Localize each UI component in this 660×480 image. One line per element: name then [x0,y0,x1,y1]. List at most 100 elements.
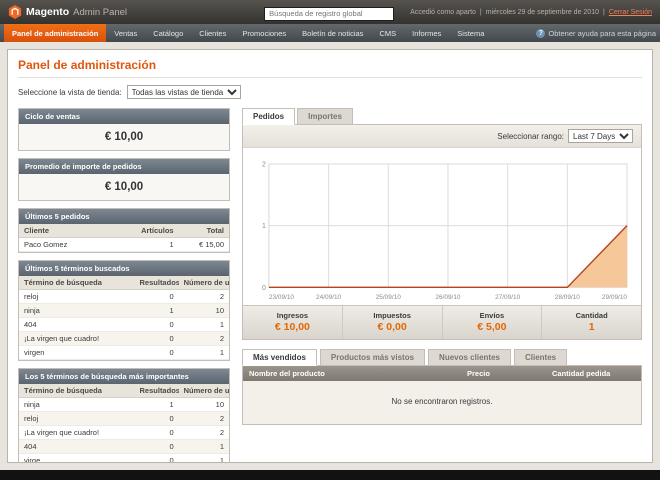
nav-item-sales[interactable]: Ventas [106,24,145,42]
table-row[interactable]: 404 0 1 [19,439,229,454]
stat-quantity: Cantidad 1 [541,306,641,340]
last-orders-panel: Últimos 5 pedidos Cliente Artículos Total P… [18,208,230,253]
store-view-select[interactable]: Todas las vistas de tienda [126,85,241,99]
tab-customers[interactable]: Clientes [513,349,568,367]
table-cell: € 15,00 [178,237,229,252]
col-product-name: Nombre del producto [249,369,325,379]
nav-item-dashboard[interactable]: Panel de administración [4,24,107,42]
column-header: Resultados [134,276,179,290]
stat-revenue-label: Ingresos [276,311,308,321]
x-axis-label: 23/09/10 [269,294,295,301]
chart-tabs: Pedidos Importes [242,108,642,125]
table-cell: 0 [134,289,179,304]
table-cell: 1 [134,303,179,318]
range-label: Seleccionar rango: [497,131,564,141]
main-nav: Panel de administración Ventas Catálogo … [0,24,660,42]
table-cell: ninja [19,397,135,412]
nav-item-promotions[interactable]: Promociones [234,24,294,42]
y-axis-label: 1 [262,223,266,230]
x-axis-label: 28/09/10 [555,294,581,301]
nav-item-system[interactable]: Sistema [449,24,492,42]
range-selector-row: Seleccionar rango: Last 7 Days [243,125,641,148]
range-select[interactable]: Last 7 Days [568,129,633,143]
top-search-terms-panel: Los 5 términos de búsqueda más important… [18,368,230,462]
table-row[interactable]: ¡La virgen que cuadro! 0 2 [19,331,229,346]
stat-tax-value: € 0,00 [377,321,407,334]
table-cell: ninja [19,303,135,318]
column-header: Número de usos [178,384,229,398]
last-orders-table: Cliente Artículos Total Paco Gomez 1 € 15,00 [19,224,229,252]
logo-subtitle: Admin Panel [73,6,128,18]
x-axis-label: 27/09/10 [495,294,521,301]
table-row[interactable]: ninja 1 10 [19,303,229,318]
stat-tax-label: Impuestos [373,311,411,321]
dashboard-main-column: Pedidos Importes Seleccionar rango: Last… [242,108,642,426]
x-axis-label: 25/09/10 [376,294,402,301]
table-header-row: Cliente Artículos Total [19,224,229,238]
magento-logo: Magento Admin Panel [8,5,127,19]
average-orders-title: Promedio de importe de pedidos [19,159,229,174]
table-row[interactable]: virge 0 1 [19,453,229,462]
tab-bestsellers[interactable]: Más vendidos [242,349,317,367]
header-user-area: Accedió como aparto | miércoles 29 de se… [410,9,652,16]
help-icon: ? [536,28,546,38]
global-search-input[interactable] [264,6,395,21]
logged-in-as: Accedió como aparto [410,8,476,16]
separator: | [602,8,605,16]
totals-bar: Ingresos € 10,00 Impuestos € 0,00 Envíos… [243,305,641,340]
tab-most-viewed[interactable]: Productos más vistos [319,349,426,367]
chart-tab-content: Seleccionar rango: Last 7 Days 23/09/10 2… [242,124,642,341]
table-cell: 1 [178,453,229,462]
table-cell: 1 [178,439,229,454]
nav-item-customers[interactable]: Clientes [191,24,234,42]
nav-item-newsletter[interactable]: Boletín de noticias [294,24,371,42]
table-cell: 10 [178,397,229,412]
top-search-terms-title: Los 5 términos de búsqueda más important… [19,369,229,384]
column-header: Número de usos [178,276,229,290]
stat-quantity-value: 1 [588,321,595,334]
table-row[interactable]: 404 0 1 [19,317,229,332]
table-cell: 2 [178,411,229,426]
col-price: Precio [467,369,490,379]
table-row[interactable]: reloj 0 2 [19,411,229,426]
logo-text: Magento [26,6,70,18]
column-header: Cliente [19,224,135,238]
table-row[interactable]: virgen 0 1 [19,345,229,360]
table-cell: 0 [134,345,179,360]
bottom-bar [0,470,660,480]
column-header: Artículos [134,224,179,238]
nav-item-reports[interactable]: Informes [404,24,449,42]
tab-new-customers[interactable]: Nuevos clientes [428,349,511,367]
table-cell: reloj [19,411,135,426]
logout-link[interactable]: Cerrar Sesión [609,9,652,16]
table-row[interactable]: Paco Gomez 1 € 15,00 [19,237,229,252]
column-header: Término de búsqueda [19,276,135,290]
last-search-terms-title: Últimos 5 términos buscados [19,261,229,276]
page-help-link[interactable]: ? Obtener ayuda para esta página [536,24,656,42]
page-help-label: Obtener ayuda para esta página [548,28,656,38]
x-axis-label: 29/09/10 [602,294,628,301]
table-cell: Paco Gomez [19,237,135,252]
nav-item-catalog[interactable]: Catálogo [145,24,191,42]
table-row[interactable]: ¡La virgen que cuadro! 0 2 [19,425,229,440]
tab-orders[interactable]: Pedidos [242,108,296,125]
table-cell: ¡La virgen que cuadro! [19,425,135,440]
average-orders-panel: Promedio de importe de pedidos € 10,00 [18,158,230,201]
last-orders-title: Últimos 5 pedidos [19,209,229,224]
table-cell: 0 [134,411,179,426]
content-box: Panel de administración Seleccione la vi… [7,49,653,463]
table-cell: 1 [134,397,179,412]
table-cell: virge [19,453,135,462]
table-cell: 1 [134,237,179,252]
lifetime-sales-panel: Ciclo de ventas € 10,00 [18,108,230,151]
table-row[interactable]: ninja 1 10 [19,397,229,412]
magento-admin-page: Magento Admin Panel Accedió como aparto … [0,0,660,480]
products-tabs: Más vendidos Productos más vistos Nuevos… [242,349,642,367]
nav-item-cms[interactable]: CMS [371,24,404,42]
table-cell: 0 [134,439,179,454]
lifetime-sales-value: € 10,00 [19,124,229,150]
page-title: Panel de administración [18,58,642,78]
table-cell: 2 [178,331,229,346]
table-row[interactable]: reloj 0 2 [19,289,229,304]
tab-amounts[interactable]: Importes [297,108,353,125]
